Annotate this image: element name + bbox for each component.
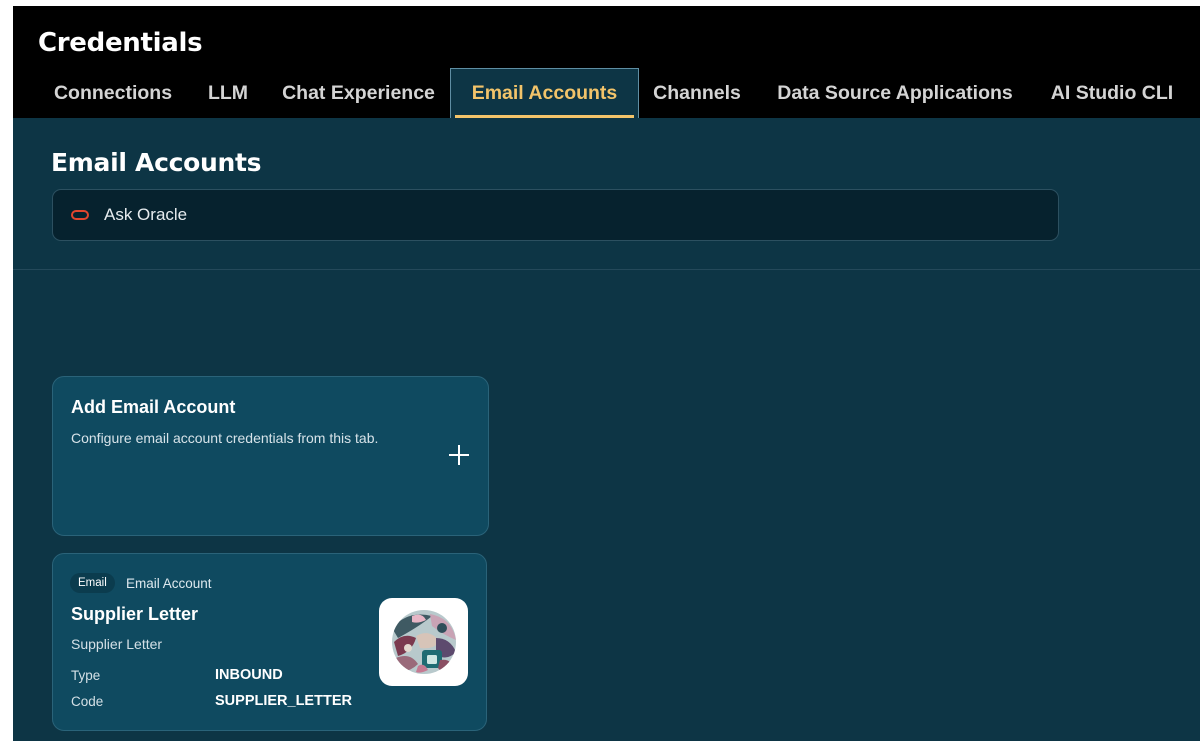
account-kind: Email Account	[126, 576, 212, 591]
tab-label: AI Studio CLI	[1050, 81, 1174, 104]
account-description: Supplier Letter	[71, 636, 163, 652]
type-value: INBOUND	[215, 667, 283, 683]
account-logo	[379, 598, 468, 686]
add-card-description: Configure email account credentials from…	[71, 430, 379, 446]
page-title: Email Accounts	[51, 148, 262, 177]
tab-label: Chat Experience	[282, 81, 435, 104]
tab-label: Data Source Applications	[777, 81, 1013, 104]
tab-data-source-applications[interactable]: Data Source Applications	[770, 68, 1020, 118]
type-label: Type	[71, 668, 101, 683]
tab-label: LLM	[207, 81, 249, 104]
account-name: Supplier Letter	[71, 604, 199, 624]
ask-oracle-label: Ask Oracle	[104, 205, 188, 224]
tab-ai-studio-cli[interactable]: AI Studio CLI	[1044, 68, 1180, 118]
email-account-card[interactable]: Email Email Account Supplier Letter Supp…	[52, 553, 487, 731]
tab-label: Channels	[653, 81, 741, 104]
add-email-account-card[interactable]: Add Email Account Configure email accoun…	[52, 376, 489, 536]
tab-channels[interactable]: Channels	[647, 68, 747, 118]
tab-llm[interactable]: LLM	[203, 68, 253, 118]
ask-oracle-input[interactable]: Ask Oracle	[52, 189, 1059, 241]
badge-label: Email	[78, 577, 107, 589]
tab-bar: Connections LLM Chat Experience Email Ac…	[13, 68, 1200, 118]
tab-label: Connections	[53, 81, 173, 104]
abstract-pattern-logo-icon	[391, 610, 456, 674]
tab-chat-experience[interactable]: Chat Experience	[278, 68, 439, 118]
add-card-title: Add Email Account	[71, 397, 236, 417]
code-value: SUPPLIER_LETTER	[215, 693, 352, 709]
top-bar: Credentials Connections LLM Chat Experie…	[13, 6, 1200, 118]
app-window: Credentials Connections LLM Chat Experie…	[13, 6, 1200, 741]
oracle-ring-icon	[71, 210, 89, 220]
tab-connections[interactable]: Connections	[49, 68, 177, 118]
app-title: Credentials	[38, 28, 203, 58]
email-badge: Email	[70, 573, 115, 593]
plus-icon[interactable]	[449, 445, 469, 465]
tab-email-accounts[interactable]: Email Accounts	[450, 68, 639, 118]
code-label: Code	[71, 694, 104, 709]
divider	[13, 269, 1200, 270]
tab-label: Email Accounts	[471, 82, 618, 104]
